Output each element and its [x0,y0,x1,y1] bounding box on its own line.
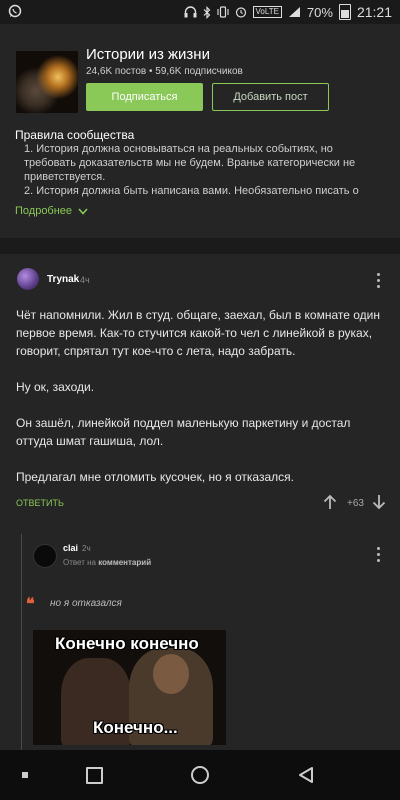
gif-caption-bottom: Конечно... [93,718,178,737]
comment-avatar[interactable] [33,544,57,568]
nav-dot-icon[interactable] [22,772,28,778]
whatsapp-icon [8,4,22,18]
quote-icon: ❝ [26,596,35,613]
more-label: Подробнее [15,205,73,217]
headphones-icon [184,6,196,18]
post-card: Trynak 4ч Чёт напомнили. Жил в студ. общ… [0,254,400,750]
post-author[interactable]: Trynak [47,274,79,285]
reply-prefix: Ответ на [63,558,96,567]
post-paragraph: Ну ок, заходи. [16,380,95,394]
vibrate-icon [216,6,229,18]
post-time: 4ч [80,275,90,285]
volte-indicator: VoLTE [252,6,282,18]
bluetooth-icon [203,5,210,19]
arrow-up-icon[interactable] [323,494,337,510]
rule-item: 2. История должна быть написана вами. Не… [24,185,359,197]
comment-author[interactable]: clai [63,543,78,553]
reply-button[interactable]: ОТВЕТИТЬ [16,498,64,508]
signal-icon [288,7,300,17]
gif-figure [153,654,189,694]
rules-list: 1. История должна основываться на реальн… [24,142,384,198]
status-bar: VoLTE 70% 21:21 [0,0,400,24]
battery-percent: 70% [306,4,333,20]
post-body: Чёт напомнили. Жил в студ. общаге, заеха… [16,306,386,504]
post-paragraph: Предлагал мне отломить кусочек, но я отк… [16,470,294,484]
battery-icon [338,4,351,20]
gif-caption-top: Конечно конечно [55,634,199,653]
rules-title: Правила сообщества [15,128,135,142]
add-post-button[interactable]: Добавить пост [212,83,329,111]
recent-apps-icon[interactable] [86,767,103,784]
comment-gif[interactable]: Конечно конечно Конечно... [33,630,226,745]
community-title[interactable]: Истории из жизни [86,46,210,63]
comment-time: 2ч [82,544,91,553]
reply-link[interactable]: комментарий [98,558,151,567]
community-stats: 24,6K постов • 59,6K подписчиков [86,66,243,77]
community-header: Истории из жизни 24,6K постов • 59,6K по… [0,24,400,238]
clock: 21:21 [356,4,392,20]
back-icon[interactable] [298,766,314,784]
author-avatar[interactable] [17,268,39,290]
more-options-icon[interactable] [377,273,381,288]
post-paragraph: Он зашёл, линейкой поддел маленькую парк… [16,416,351,448]
alarm-icon [235,7,246,18]
subscribe-button[interactable]: Подписаться [86,83,203,111]
chevron-down-icon [78,207,88,215]
comment-reply-meta: Ответ на комментарий [63,558,151,567]
arrow-down-icon[interactable] [372,494,386,510]
more-link[interactable]: Подробнее [15,205,88,217]
post-score: +63 [347,498,364,509]
community-avatar[interactable] [16,51,78,113]
thread-line[interactable] [21,534,22,750]
navigation-bar [0,750,400,800]
home-icon[interactable] [191,766,209,784]
quote-text: но я отказался [50,598,122,609]
post-paragraph: Чёт напомнили. Жил в студ. общаге, заеха… [16,308,381,358]
comment-options-icon[interactable] [377,547,381,562]
rule-item: 1. История должна основываться на реальн… [24,143,356,183]
